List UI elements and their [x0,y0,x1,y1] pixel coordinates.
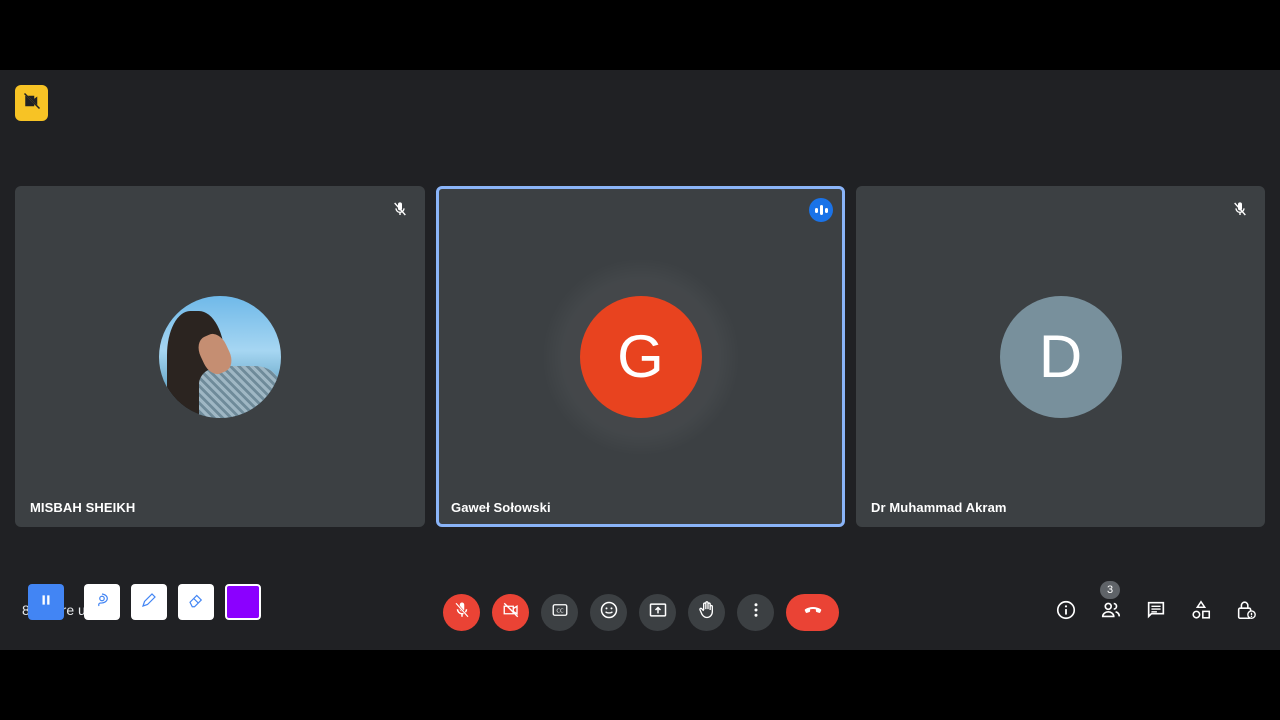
participant-tile-misbah[interactable]: MISBAH SHEIKH [15,186,425,527]
participant-name: Gaweł Sołowski [451,500,551,515]
avatar: D [999,295,1122,418]
participant-name: Dr Muhammad Akram [871,500,1007,515]
lasso-button[interactable] [84,584,120,620]
present-button[interactable] [639,593,676,631]
activities-icon [1190,599,1212,626]
call-controls: CC [443,593,839,631]
avatar: G [579,295,702,418]
muted-icon [1229,198,1251,220]
participant-tile-akram[interactable]: D Dr Muhammad Akram [856,186,1265,527]
lasso-icon [93,591,111,614]
present-icon [648,600,668,625]
leave-call-button[interactable] [786,593,839,631]
chat-button[interactable] [1138,594,1174,630]
people-icon [1099,599,1123,626]
info-icon [1055,599,1077,626]
participant-tile-gawel[interactable]: G Gaweł Sołowski [436,186,845,527]
speaking-indicator-icon [809,198,833,222]
pause-button[interactable] [28,584,64,620]
end-call-icon [801,598,825,627]
participant-name: MISBAH SHEIKH [30,500,136,515]
color-swatch[interactable] [225,584,261,620]
more-options-button[interactable] [737,593,774,631]
people-button[interactable]: 3 [1093,581,1129,630]
meeting-details-button[interactable] [1048,594,1084,630]
pen-icon [140,591,158,614]
activities-button[interactable] [1183,594,1219,630]
captions-icon: CC [551,601,569,624]
host-controls-icon [1235,599,1257,626]
side-panel-controls: 3 [1048,581,1264,630]
camera-toggle-button[interactable] [492,593,529,631]
emoji-button[interactable] [590,593,627,631]
chat-icon [1145,599,1167,626]
raise-hand-icon [697,600,717,625]
captions-button[interactable]: CC [541,593,578,631]
muted-icon [389,198,411,220]
svg-text:CC: CC [556,608,564,614]
mic-off-icon [453,601,471,624]
camera-off-icon [502,601,520,624]
pause-icon [39,593,53,612]
avatar [159,295,281,418]
participant-count-badge: 3 [1100,581,1120,599]
emoji-icon [599,600,619,625]
raise-hand-button[interactable] [688,593,725,631]
pen-button[interactable] [131,584,167,620]
meeting-stage: MISBAH SHEIKH G Gaweł Sołowski D Dr Muha… [0,70,1280,650]
host-controls-button[interactable] [1228,594,1264,630]
more-options-icon [747,601,765,624]
no-recording-badge[interactable] [15,85,48,121]
eraser-icon [187,591,205,614]
eraser-button[interactable] [178,584,214,620]
no-video-recording-icon [23,92,41,115]
mic-toggle-button[interactable] [443,593,480,631]
